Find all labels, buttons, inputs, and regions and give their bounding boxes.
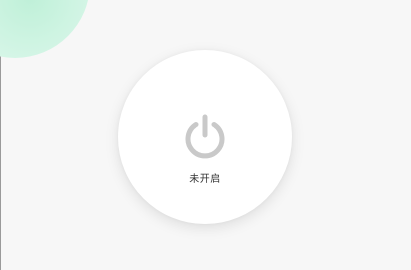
power-toggle-button[interactable]: 未开启 [118,50,292,224]
vpn-home-screen: 未开启 [0,0,411,270]
power-status-label: 未开启 [189,174,221,185]
decorative-green-circle [0,0,90,58]
power-icon [185,114,225,159]
